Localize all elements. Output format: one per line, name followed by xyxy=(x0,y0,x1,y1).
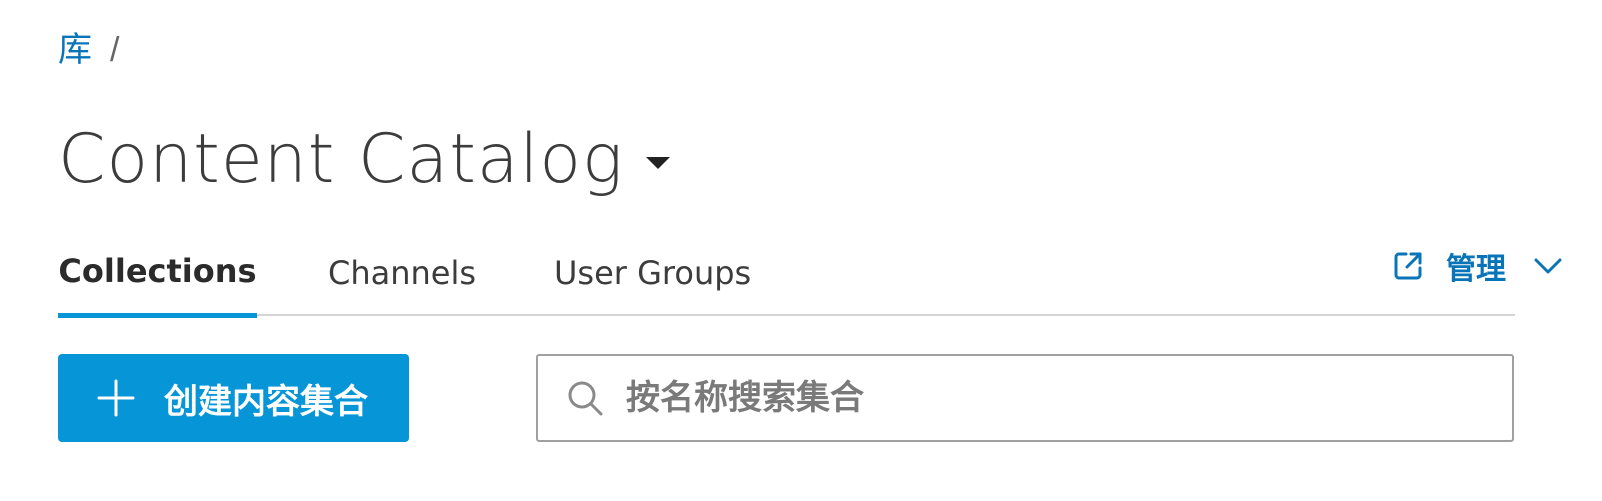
search-icon xyxy=(568,381,603,416)
page-title: Content Catalog xyxy=(58,120,624,199)
create-collection-button[interactable]: 创建内容集合 xyxy=(58,354,409,442)
tab-bar: Collections Channels User Groups xyxy=(58,236,1515,318)
manage-label: 管理 xyxy=(1446,253,1506,286)
breadcrumb: 库 / xyxy=(58,28,119,72)
create-collection-label: 创建内容集合 xyxy=(164,382,368,421)
external-link-icon xyxy=(1394,252,1422,280)
tab-collections[interactable]: Collections xyxy=(58,236,257,318)
plus-icon xyxy=(97,379,135,417)
breadcrumb-separator: / xyxy=(110,31,120,69)
page: 库 / Content Catalog Collections Channels… xyxy=(0,0,1602,501)
tab-user-groups[interactable]: User Groups xyxy=(554,236,751,316)
breadcrumb-library-link[interactable]: 库 xyxy=(58,28,92,72)
tab-channels[interactable]: Channels xyxy=(328,236,476,316)
chevron-down-icon xyxy=(1534,258,1562,274)
search-input[interactable] xyxy=(626,378,1486,418)
search-box xyxy=(536,354,1514,442)
title-row: Content Catalog xyxy=(58,118,670,202)
manage-menu-button[interactable]: 管理 xyxy=(1392,246,1564,286)
caret-down-icon[interactable] xyxy=(645,157,670,169)
